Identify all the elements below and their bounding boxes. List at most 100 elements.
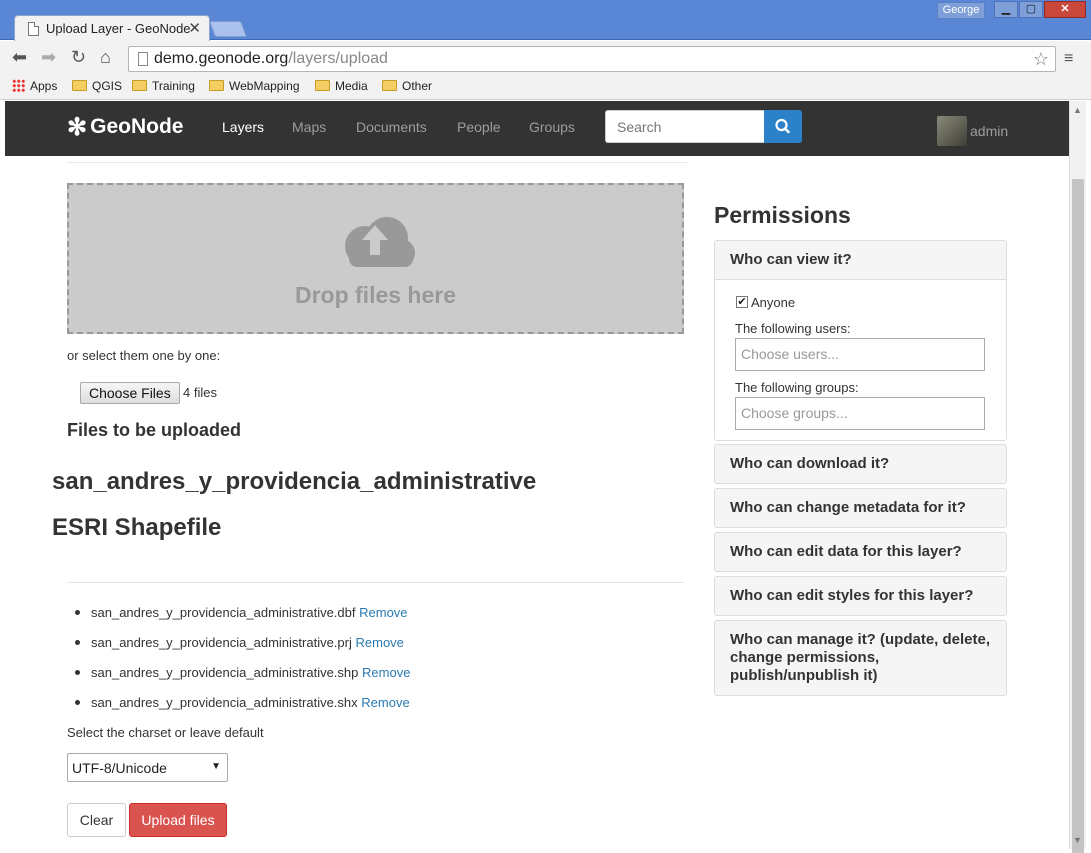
panel-heading[interactable]: Who can edit styles for this layer? <box>715 577 1006 615</box>
nav-groups[interactable]: Groups <box>529 119 575 135</box>
bookmark-training[interactable]: Training <box>132 79 195 93</box>
back-icon[interactable]: ⬅ <box>12 48 27 66</box>
remove-link[interactable]: Remove <box>359 605 407 620</box>
layer-type: ESRI Shapefile <box>52 514 222 541</box>
geonode-navbar: ✻ GeoNode Layers Maps Documents People Gr… <box>5 101 1069 156</box>
bookmark-media[interactable]: Media <box>315 79 368 93</box>
file-drop-zone[interactable]: Drop files here <box>67 183 684 334</box>
scroll-down-icon[interactable]: ▼ <box>1073 835 1082 845</box>
panel-edit-data[interactable]: Who can edit data for this layer? <box>714 532 1007 572</box>
bookmark-apps[interactable]: Apps <box>12 79 57 93</box>
layer-name: san_andres_y_providencia_administrative <box>52 468 537 495</box>
nav-maps[interactable]: Maps <box>292 119 326 135</box>
home-icon[interactable]: ⌂ <box>100 48 111 66</box>
browser-menu-icon[interactable]: ≡ <box>1064 50 1073 68</box>
page-icon <box>28 22 39 36</box>
divider <box>67 582 684 583</box>
bullet-icon <box>75 610 80 615</box>
charset-value: UTF-8/Unicode <box>72 760 167 776</box>
page-icon <box>138 52 148 66</box>
panel-change-metadata[interactable]: Who can change metadata for it? <box>714 488 1007 528</box>
drop-files-text: Drop files here <box>294 282 457 308</box>
nav-layers[interactable]: Layers <box>222 119 264 135</box>
forward-icon[interactable]: ➡ <box>41 48 56 66</box>
charset-select[interactable]: UTF-8/Unicode ▼ <box>67 753 228 782</box>
file-name: san_andres_y_providencia_administrative.… <box>91 665 359 680</box>
new-tab-button[interactable] <box>209 21 247 37</box>
select-files-hint: or select them one by one: <box>67 348 221 363</box>
panel-download[interactable]: Who can download it? <box>714 444 1007 484</box>
panel-heading[interactable]: Who can download it? <box>715 445 1006 483</box>
bookmark-qgis[interactable]: QGIS <box>72 79 122 93</box>
panel-manage[interactable]: Who can manage it? (update, delete, chan… <box>714 620 1007 696</box>
page-content: Drop files here or select them one by on… <box>5 156 1069 849</box>
scroll-up-icon[interactable]: ▲ <box>1073 105 1082 115</box>
tab-close-icon[interactable]: ✕ <box>188 19 201 37</box>
reload-icon[interactable]: ↻ <box>71 48 86 66</box>
bookmark-star-icon[interactable]: ☆ <box>1033 49 1049 70</box>
charset-label: Select the charset or leave default <box>67 725 264 740</box>
maximize-button[interactable]: ▢ <box>1019 1 1043 18</box>
panel-heading[interactable]: Who can change metadata for it? <box>715 489 1006 527</box>
bookmark-other[interactable]: Other <box>382 79 432 93</box>
bullet-icon <box>75 670 80 675</box>
file-name: san_andres_y_providencia_administrative.… <box>91 695 358 710</box>
panel-heading[interactable]: Who can edit data for this layer? <box>715 533 1006 571</box>
file-name: san_andres_y_providencia_administrative.… <box>91 635 352 650</box>
minimize-button[interactable]: ▁ <box>994 1 1018 18</box>
panel-view-heading[interactable]: Who can view it? <box>715 241 1006 279</box>
users-input[interactable]: Choose users... <box>735 338 985 371</box>
clear-button[interactable]: Clear <box>67 803 126 837</box>
window-titlebar: Upload Layer - GeoNode ✕ George ▁ ▢ ✕ <box>0 0 1091 41</box>
list-item: san_andres_y_providencia_administrative.… <box>75 695 410 710</box>
upload-files-button[interactable]: Upload files <box>129 803 227 837</box>
search-icon <box>775 118 790 134</box>
profile-badge[interactable]: George <box>937 2 985 19</box>
search-input[interactable] <box>606 111 764 142</box>
panel-heading[interactable]: Who can manage it? (update, delete, chan… <box>715 621 1006 695</box>
remove-link[interactable]: Remove <box>362 665 410 680</box>
file-count: 4 files <box>183 385 217 400</box>
browser-tab[interactable]: Upload Layer - GeoNode ✕ <box>14 15 210 41</box>
folder-icon <box>72 80 87 91</box>
users-label: The following users: <box>735 321 851 336</box>
panel-view: Who can view it? ✔ Anyone The following … <box>714 240 1007 441</box>
remove-link[interactable]: Remove <box>361 695 409 710</box>
apps-grid-icon <box>12 79 25 92</box>
divider <box>67 162 687 163</box>
list-item: san_andres_y_providencia_administrative.… <box>75 635 404 650</box>
dropdown-arrow-icon: ▼ <box>211 761 221 772</box>
list-item: san_andres_y_providencia_administrative.… <box>75 665 410 680</box>
folder-icon <box>132 80 147 91</box>
panel-view-body: ✔ Anyone The following users: Choose use… <box>715 279 1006 440</box>
bookmarks-bar: Apps QGIS Training WebMapping Media Othe… <box>0 74 1091 100</box>
remove-link[interactable]: Remove <box>356 635 404 650</box>
avatar[interactable] <box>937 116 967 146</box>
bullet-icon <box>75 700 80 705</box>
groups-label: The following groups: <box>735 380 859 395</box>
user-menu[interactable]: admin <box>970 123 1008 139</box>
panel-edit-styles[interactable]: Who can edit styles for this layer? <box>714 576 1007 616</box>
folder-icon <box>209 80 224 91</box>
choose-files-button[interactable]: Choose Files <box>80 382 180 404</box>
search-button[interactable] <box>764 110 802 143</box>
close-window-button[interactable]: ✕ <box>1044 1 1086 18</box>
address-bar[interactable]: demo.geonode.org/layers/upload ☆ <box>128 46 1056 72</box>
folder-icon <box>315 80 330 91</box>
search-box <box>605 110 765 143</box>
scrollbar-thumb[interactable] <box>1072 179 1084 853</box>
tab-title: Upload Layer - GeoNode <box>46 21 191 36</box>
cloud-upload-icon <box>345 217 415 267</box>
page-scrollbar[interactable]: ▲ ▼ <box>1069 101 1086 853</box>
geonode-logo[interactable]: ✻ GeoNode <box>67 113 183 142</box>
bookmark-webmapping[interactable]: WebMapping <box>209 79 300 93</box>
groups-input[interactable]: Choose groups... <box>735 397 985 430</box>
anyone-label: Anyone <box>751 295 796 310</box>
nav-documents[interactable]: Documents <box>356 119 427 135</box>
folder-icon <box>382 80 397 91</box>
nav-people[interactable]: People <box>457 119 501 135</box>
url-text: demo.geonode.org/layers/upload <box>154 50 388 67</box>
anyone-checkbox[interactable]: ✔ <box>736 296 748 308</box>
file-name: san_andres_y_providencia_administrative.… <box>91 605 356 620</box>
list-item: san_andres_y_providencia_administrative.… <box>75 605 408 620</box>
